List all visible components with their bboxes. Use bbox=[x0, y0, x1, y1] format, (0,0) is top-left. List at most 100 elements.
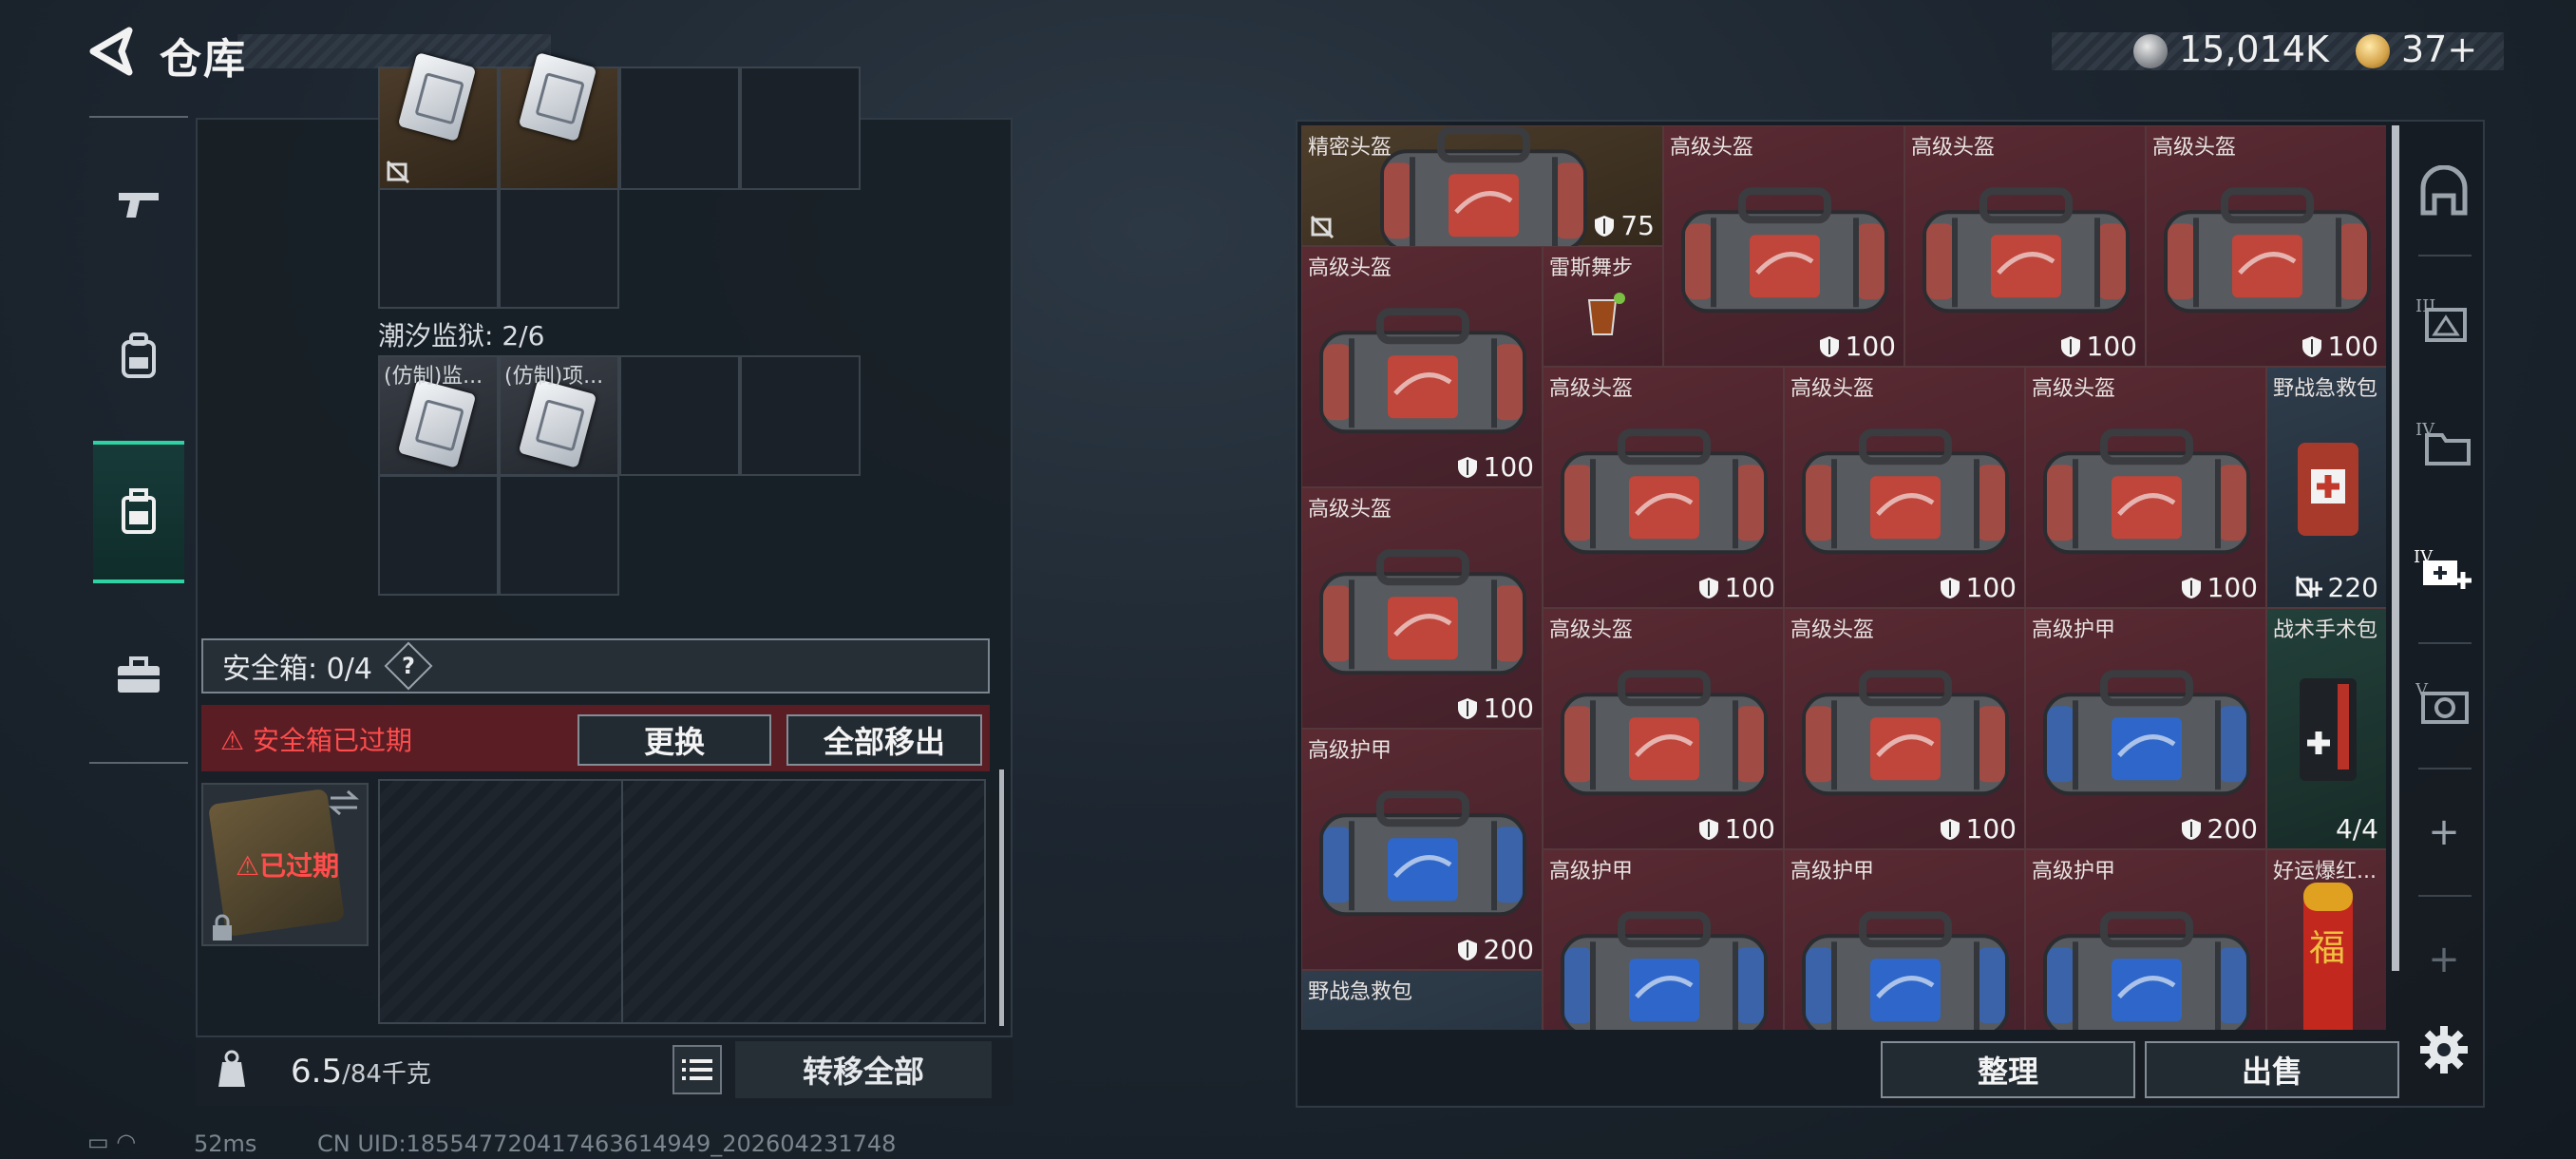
tidal-slot[interactable] bbox=[619, 355, 740, 476]
no-trade-icon bbox=[1310, 215, 1335, 239]
stash-item[interactable]: 高级头盔 100 bbox=[1301, 487, 1543, 729]
stash-item[interactable]: 高级头盔 100 bbox=[1543, 367, 1784, 608]
stash-grid: 精密头盔 75 高级头盔 100 高级头盔 100 高级头盔 100 高级头盔 100 雷斯舞步 高级… bbox=[1301, 125, 2386, 1030]
helmet-bag-icon bbox=[1923, 186, 2130, 313]
back-arrow-icon bbox=[89, 27, 133, 76]
item-durability: 100 bbox=[1457, 693, 1534, 724]
stash-item[interactable]: 高级头盔 100 bbox=[1301, 246, 1543, 487]
nav-case[interactable] bbox=[93, 441, 184, 583]
item-name: 高级护甲 bbox=[2032, 618, 2116, 642]
item-name: 雷斯舞步 bbox=[1549, 256, 1634, 280]
uid-text: CN UID:1855477204174636149​49_2026042317… bbox=[317, 1130, 897, 1157]
scrollbar[interactable] bbox=[999, 770, 1004, 1026]
item-name: 高级头盔 bbox=[1670, 136, 1754, 160]
helmet-bag-icon bbox=[1379, 126, 1587, 253]
stash-item[interactable]: 高级头盔 100 bbox=[1663, 125, 1904, 367]
stash-item[interactable]: 福 好运爆红... bbox=[2266, 849, 2386, 1030]
nav-tier3[interactable]: III bbox=[2409, 272, 2479, 367]
nav-tier5[interactable]: V bbox=[2409, 656, 2479, 750]
help-icon: ? bbox=[401, 652, 415, 679]
item-name: 高级头盔 bbox=[1308, 256, 1392, 280]
list-view-button[interactable] bbox=[672, 1045, 722, 1094]
stash-item[interactable]: 高级头盔 100 bbox=[1784, 367, 2025, 608]
container-slot[interactable] bbox=[740, 66, 861, 190]
stash-item[interactable]: 雷斯舞步 bbox=[1543, 246, 1663, 367]
nav-tier4-medkit[interactable]: IV bbox=[2409, 522, 2479, 618]
stash-item[interactable]: 高级护甲 200 bbox=[2025, 608, 2266, 849]
stash-item[interactable]: 高级头盔 100 bbox=[2146, 125, 2386, 367]
tidal-slot[interactable] bbox=[378, 475, 499, 596]
helmet-bag-icon bbox=[1561, 669, 1768, 795]
back-button[interactable] bbox=[87, 27, 135, 76]
tidal-slot[interactable]: (仿制)项... bbox=[499, 355, 619, 476]
settings-gear-icon[interactable] bbox=[2418, 1024, 2470, 1075]
durability-shield-icon bbox=[1457, 456, 1477, 478]
nav-equipment[interactable] bbox=[93, 285, 184, 428]
tidal-prison-label: 潮汐监狱: 2/6 bbox=[378, 320, 545, 352]
add-tab-button[interactable]: + bbox=[2409, 785, 2479, 880]
tidal-slot[interactable] bbox=[740, 355, 861, 476]
gold-balance[interactable]: 37+ bbox=[2401, 28, 2477, 70]
swap-icon[interactable] bbox=[327, 788, 361, 817]
stash-item[interactable]: 高级头盔 100 bbox=[1784, 608, 2025, 849]
tidal-slot[interactable] bbox=[499, 475, 619, 596]
tier4-folder-icon: IV bbox=[2415, 420, 2471, 466]
warning-icon: ⚠ bbox=[236, 850, 260, 882]
stash-item[interactable]: 高级头盔 100 bbox=[2025, 367, 2266, 608]
scrollbar[interactable] bbox=[2392, 125, 2399, 971]
gun-icon bbox=[119, 193, 159, 218]
nav-tier4-folder[interactable]: IV bbox=[2409, 395, 2479, 490]
stash-item[interactable]: 精密头盔 75 bbox=[1301, 125, 1663, 253]
tidal-slot[interactable]: (仿制)监... bbox=[378, 355, 499, 476]
container-slot[interactable] bbox=[378, 188, 499, 309]
nav-toolbox[interactable] bbox=[93, 604, 184, 747]
container-slot[interactable] bbox=[499, 52, 619, 190]
firecracker-icon: 福 bbox=[2302, 883, 2353, 1030]
helmet-bag-icon bbox=[1802, 428, 2009, 554]
no-trade-icon bbox=[386, 160, 410, 184]
add-tab-button[interactable]: + bbox=[2409, 912, 2479, 1007]
transfer-all-button[interactable]: 转移全部 bbox=[735, 1041, 992, 1098]
safebox-label: 安全箱: 0/4 bbox=[222, 653, 372, 686]
title-stripe bbox=[237, 34, 551, 68]
safebox-grid[interactable] bbox=[378, 779, 986, 1024]
sort-button[interactable]: 整理 bbox=[1881, 1041, 2135, 1098]
container-slot[interactable] bbox=[499, 188, 619, 309]
item-durability: 220 bbox=[2295, 572, 2378, 603]
stash-item[interactable]: 野战急救包 bbox=[1301, 970, 1543, 1030]
cocktail-icon bbox=[1587, 292, 1625, 335]
item-label: (仿制)项... bbox=[504, 365, 604, 389]
replace-button[interactable]: 更换 bbox=[578, 714, 771, 766]
helmet-bag-icon bbox=[1319, 789, 1526, 916]
sell-button[interactable]: 出售 bbox=[2145, 1041, 2399, 1098]
item-durability: 100 bbox=[1698, 572, 1775, 603]
move-all-out-button[interactable]: 全部移出 bbox=[786, 714, 982, 766]
stash-item[interactable]: 高级护甲 bbox=[1784, 849, 2025, 1030]
case-icon bbox=[122, 488, 156, 534]
stash-item[interactable]: 野战急救包 220 bbox=[2266, 367, 2386, 608]
item-name: 高级护甲 bbox=[1308, 739, 1392, 763]
container-slot[interactable] bbox=[378, 52, 499, 190]
safebox-header: 安全箱: 0/4 ? bbox=[201, 638, 990, 694]
svg-text:福: 福 bbox=[2309, 927, 2345, 969]
helmet-bag-icon bbox=[1681, 186, 1888, 313]
nav-weapons[interactable] bbox=[93, 133, 184, 276]
stash-item[interactable]: 高级头盔 100 bbox=[1543, 608, 1784, 849]
durability-shield-icon bbox=[1940, 577, 1960, 598]
help-button[interactable]: ? bbox=[384, 641, 433, 691]
stash-item[interactable]: 高级护甲 bbox=[2025, 849, 2266, 1030]
no-trade-add-icon bbox=[2295, 575, 2322, 598]
stash-item[interactable]: 高级护甲 bbox=[1543, 849, 1784, 1030]
nav-helmet-slot[interactable] bbox=[2409, 144, 2479, 239]
expired-warning: ⚠ 安全箱已过期 bbox=[220, 725, 413, 756]
durability-shield-icon bbox=[1698, 577, 1718, 598]
item-durability: 200 bbox=[2181, 813, 2258, 845]
durability-shield-icon bbox=[1698, 818, 1718, 840]
backpack-icon bbox=[122, 332, 156, 378]
stash-item[interactable]: 高级头盔 100 bbox=[1904, 125, 2146, 367]
container-slot[interactable] bbox=[619, 66, 740, 190]
durability-shield-icon bbox=[1819, 335, 1839, 357]
gold-coin-icon bbox=[2356, 34, 2390, 68]
stash-item[interactable]: 战术手术包 4/4 bbox=[2266, 608, 2386, 849]
stash-item[interactable]: 高级护甲 200 bbox=[1301, 729, 1543, 970]
